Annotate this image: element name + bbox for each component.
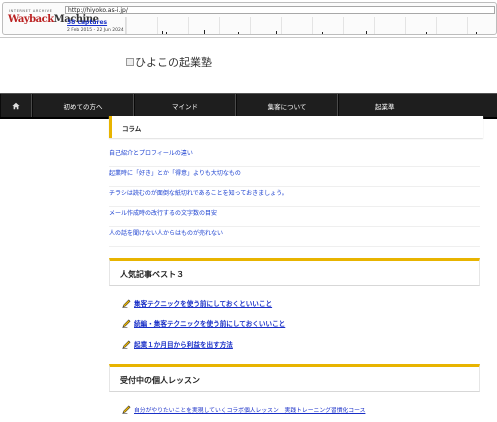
nav-item-mind[interactable]: マインド — [134, 94, 236, 117]
internet-archive-label: INTERNET ARCHIVE — [9, 9, 53, 13]
column-link[interactable]: 人の話を聞けない人からはものが売れない — [109, 227, 480, 247]
popular-articles-title: 人気記事ベスト３ — [120, 270, 185, 279]
column-link-list: 自己紹介とプロフィールの違い 起業時に「好き」とか「得意」よりも大切なもの チラ… — [109, 147, 480, 247]
site-logo-alt-text: ひよこの起業塾 — [135, 56, 212, 69]
home-icon — [12, 102, 20, 109]
capture-date-range: 2 Feb 2015 - 22 Jun 2024 — [67, 28, 124, 33]
spark-bar — [322, 32, 323, 34]
wayback-url-input[interactable]: http://hiyoko.as-i.jp/ — [65, 6, 495, 14]
wayback-frame: INTERNET ARCHIVE WaybackMachine http://h… — [2, 2, 497, 35]
lesson-item[interactable]: 自分がやりたいことを実現していくコラボ個人レッスン 実践トレーニング習慣化コース — [122, 402, 482, 416]
wayback-logo-left: Wayback — [8, 14, 54, 25]
spark-bar — [162, 31, 163, 34]
nav-item-marketing[interactable]: 集客について — [236, 94, 338, 117]
captures-link[interactable]: 38 captures — [67, 19, 107, 26]
spark-bar — [426, 32, 427, 34]
pencil-icon — [122, 319, 131, 328]
pencil-icon — [122, 340, 131, 349]
lessons-heading: 受付中の個人レッスン — [109, 364, 480, 392]
wayback-toolbar: INTERNET ARCHIVE WaybackMachine http://h… — [0, 0, 497, 38]
nav-home[interactable] — [0, 94, 32, 117]
column-link[interactable]: メール作成時の改行するの文字数の目安 — [109, 207, 480, 227]
lessons-title: 受付中の個人レッスン — [120, 376, 200, 385]
column-link[interactable]: 自己紹介とプロフィールの違い — [109, 147, 480, 167]
pencil-icon — [122, 299, 131, 308]
popular-articles-heading: 人気記事ベスト３ — [109, 258, 480, 286]
popular-article-item[interactable]: 起業１か月目から利益を出す方法 — [122, 337, 482, 351]
capture-sparkline[interactable] — [125, 17, 497, 34]
column-title: コラム — [122, 125, 142, 133]
lesson-link[interactable]: 自分がやりたいことを実現していくコラボ個人レッスン 実践トレーニング習慣化コース — [134, 405, 365, 414]
column-heading: コラム — [109, 116, 483, 138]
spark-bar — [238, 32, 239, 34]
popular-article-link[interactable]: 続編・集客テクニックを使う前にしておくいいこと — [134, 318, 285, 328]
column-link[interactable]: 起業時に「好き」とか「得意」よりも大切なもの — [109, 167, 480, 187]
popular-article-item[interactable]: 続編・集客テクニックを使う前にしておくいいこと — [122, 316, 482, 330]
pencil-icon — [122, 405, 131, 414]
broken-image-icon — [126, 58, 134, 66]
popular-article-link[interactable]: 起業１か月目から利益を出す方法 — [134, 339, 233, 349]
spark-bar — [166, 32, 167, 34]
spark-bar — [366, 31, 367, 34]
nav-item-beginners[interactable]: 初めての方へ — [32, 94, 134, 117]
spark-bar — [276, 31, 277, 34]
nav-item-startup-prep[interactable]: 起業準 — [338, 94, 398, 117]
column-link[interactable]: チラシは読むのが面倒な紙切れであることを知っておきましょう。 — [109, 187, 480, 207]
spark-bar — [476, 32, 477, 34]
popular-article-link[interactable]: 集客テクニックを使う前にしておくといいこと — [134, 298, 272, 308]
site-logo[interactable]: ひよこの起業塾 — [126, 54, 212, 70]
popular-article-item[interactable]: 集客テクニックを使う前にしておくといいこと — [122, 296, 482, 310]
spark-bar — [204, 30, 205, 34]
